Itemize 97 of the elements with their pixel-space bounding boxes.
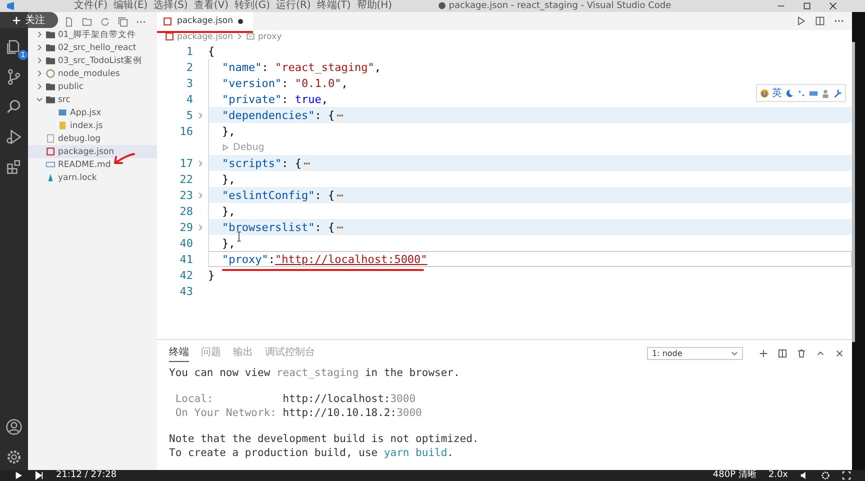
punctuation-icon (797, 88, 806, 98)
terminal-line: You can now view react_staging in the browser. (169, 366, 461, 380)
menu-item[interactable]: 查看(V) (194, 0, 228, 12)
file-tree-item[interactable]: 01_脚手架自带文件 (28, 28, 157, 41)
terminal-line: To create a production build, use yarn build. (169, 446, 454, 460)
line-number: 42 (178, 268, 193, 282)
terminal-line: On Your Network: http://10.10.18.2:3000 (174, 406, 423, 420)
panel-tab[interactable]: 终端 (169, 344, 189, 362)
file-tree-item[interactable]: App.jsx (28, 106, 157, 119)
split-editor-icon[interactable] (815, 16, 825, 26)
code-line: { (208, 44, 215, 59)
line-number: 4 (185, 92, 193, 106)
run-debug-icon[interactable] (5, 128, 23, 146)
line-number: 28 (178, 204, 193, 218)
user-icon (821, 88, 830, 98)
menu-item[interactable]: 帮助(H) (356, 0, 392, 12)
keyboard-icon (809, 88, 818, 98)
search-icon[interactable] (5, 98, 23, 116)
run-icon[interactable] (796, 16, 806, 26)
line-number: 2 (185, 60, 193, 74)
file-tree-item[interactable]: package.json (28, 145, 157, 158)
menu-item[interactable]: 终端(T) (316, 0, 351, 12)
chevron-right-icon (236, 33, 243, 40)
quality-button[interactable]: 480P 清晰 (712, 470, 756, 481)
chevron-right-icon[interactable] (197, 112, 204, 118)
code-line: "version": "0.1.0", (208, 75, 348, 91)
trash-icon[interactable] (797, 348, 806, 358)
line-number: 29 (178, 220, 193, 234)
extensions-icon[interactable] (5, 158, 23, 176)
video-time: 21:12 / 27:28 (56, 470, 117, 481)
chevron-down-icon (731, 350, 738, 356)
menu-item[interactable]: 编辑(E) (114, 0, 148, 12)
file-tree-item[interactable]: node_modules (28, 67, 157, 80)
file-tree-item[interactable]: README.md (28, 158, 157, 171)
window-title: ● package.json - react_staging - Visual Studio Code (438, 0, 672, 12)
logo-icon (760, 88, 769, 98)
plus-icon (12, 16, 21, 24)
node-folder-icon (46, 69, 55, 78)
collapse-all-icon[interactable] (118, 16, 128, 26)
line-number: 5 (185, 108, 193, 122)
line-number: 16 (178, 124, 193, 138)
line-number: 41 (178, 252, 193, 266)
scrollbar[interactable] (852, 42, 855, 342)
file-tree-item[interactable]: src (28, 93, 157, 106)
account-icon[interactable] (5, 418, 23, 436)
breadcrumb-item[interactable]: package.json (177, 32, 233, 42)
settings-icon[interactable] (821, 471, 830, 480)
terminal-line: Local: http://localhost:3000 (174, 392, 417, 406)
next-icon[interactable] (35, 471, 44, 480)
terminal-line: Note that the development build is not optimized. (169, 432, 480, 446)
chevron-right-icon[interactable] (197, 192, 204, 198)
ime-toolbar[interactable]: 英 (756, 84, 846, 102)
line-number: 43 (178, 284, 193, 298)
line-number: 40 (178, 236, 193, 250)
plus-icon[interactable] (759, 348, 768, 358)
menu-item[interactable]: 转到(G) (234, 0, 270, 12)
menu-item[interactable]: 运行(R) (276, 0, 311, 12)
fullscreen-icon[interactable] (842, 471, 851, 480)
refresh-icon[interactable] (100, 16, 110, 26)
breadcrumb-item[interactable]: proxy (258, 32, 282, 42)
line-number: 23 (178, 188, 193, 202)
follow-button[interactable]: 关注 (0, 12, 58, 28)
line-number: 17 (178, 156, 193, 170)
speed-button[interactable]: 2.0x (768, 470, 788, 481)
file-tree-item[interactable]: 03_src_TodoList案例 (28, 54, 157, 67)
close-icon[interactable] (829, 2, 837, 10)
settings-icon[interactable] (5, 448, 23, 466)
file-tree-item[interactable]: yarn.lock (28, 171, 157, 184)
close-icon[interactable] (835, 348, 844, 358)
code-line: }, (208, 123, 236, 139)
line-number: 1 (185, 44, 193, 58)
new-file-icon[interactable] (64, 16, 74, 26)
object-icon (246, 32, 255, 41)
chevron-right-icon[interactable] (197, 224, 204, 230)
code-line: }, (208, 235, 236, 251)
moon-icon (785, 88, 794, 98)
wrench-icon (833, 88, 842, 98)
menu-item[interactable]: 选择(S) (154, 0, 188, 12)
editor-tab[interactable]: package.json (157, 12, 253, 30)
new-folder-icon[interactable] (82, 16, 92, 26)
line-number: 3 (185, 76, 193, 90)
text-cursor-icon (236, 231, 242, 242)
code-line: "name": "react_staging", (208, 59, 381, 75)
code-line: } (208, 268, 215, 283)
chevron-down-icon (36, 96, 43, 103)
file-tree-item[interactable]: debug.log (28, 132, 157, 145)
split-terminal-icon[interactable] (778, 348, 787, 358)
hand-drawn-arrow (112, 152, 136, 166)
chevron-right-icon[interactable] (197, 160, 204, 166)
terminal-dropdown[interactable]: 1: node (647, 346, 743, 360)
file-tree-item[interactable]: 02_src_hello_react (28, 41, 157, 54)
maximize-icon[interactable] (803, 2, 811, 10)
play-icon (222, 144, 229, 150)
source-control-icon[interactable] (5, 68, 23, 86)
file-tree-item[interactable]: public (28, 80, 157, 93)
file-tree-item[interactable]: index.js (28, 119, 157, 132)
line-number: 22 (178, 172, 193, 186)
